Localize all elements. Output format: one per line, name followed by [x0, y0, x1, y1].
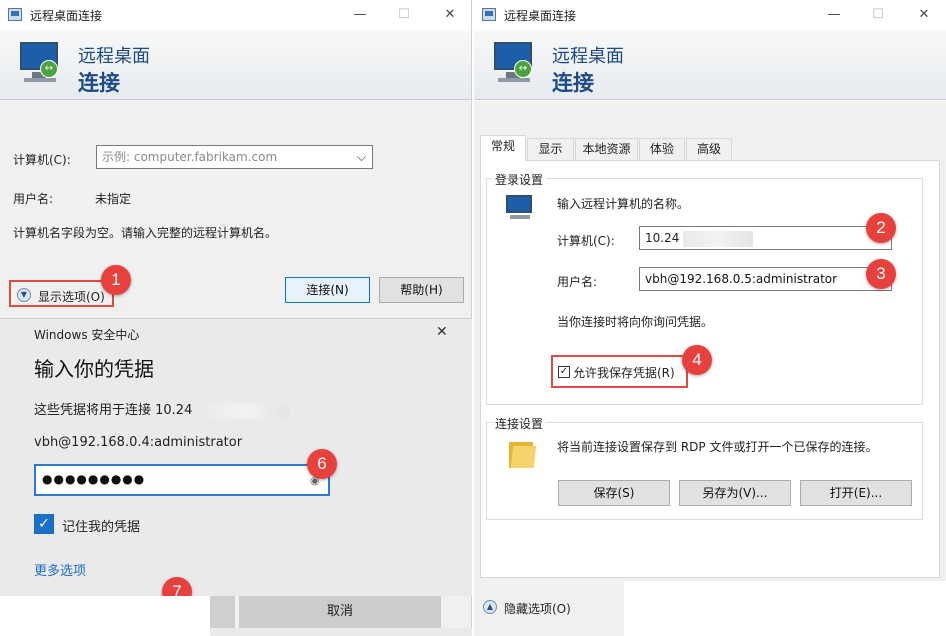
cancel-button[interactable]: 取消	[239, 596, 441, 628]
computer-label: 计算机(C):	[557, 234, 615, 248]
tab-advanced[interactable]: 高级	[686, 138, 732, 160]
chevron-down-icon[interactable]: ⌵	[357, 149, 366, 165]
remember-label: 记住我的凭据	[62, 520, 141, 535]
save-as-button[interactable]: 另存为(V)...	[679, 480, 791, 506]
computer-placeholder: 示例: computer.fabrikam.com	[102, 150, 278, 164]
computer-combobox[interactable]: 示例: computer.fabrikam.com ⌵	[96, 145, 373, 169]
rdp-app-icon	[482, 8, 496, 21]
username-input[interactable]: vbh@192.168.0.5:administrator	[639, 267, 892, 291]
blank-area	[0, 596, 210, 636]
title-bar: 远程桌面连接 — ☐ ✕	[0, 0, 471, 30]
header-title: 远程桌面	[78, 46, 150, 67]
redacted-ip	[683, 230, 754, 247]
dialog-title: Windows 安全中心	[34, 328, 140, 342]
minimize-button[interactable]: —	[342, 4, 378, 26]
account-name: vbh@192.168.0.4:administrator	[34, 435, 243, 450]
computer-input[interactable]: 10.24	[639, 226, 892, 250]
header-banner: ↔ 远程桌面 连接	[0, 30, 471, 100]
more-options-link[interactable]: 更多选项	[34, 560, 86, 579]
username-label: 用户名:	[13, 192, 54, 206]
connect-button[interactable]: 连接(N)	[285, 277, 370, 303]
allow-save-checkbox[interactable]: ✓	[558, 366, 570, 378]
computer-icon	[506, 195, 536, 223]
credential-desc: 这些凭据将用于连接 10.24	[34, 399, 289, 419]
step-marker: 6	[307, 449, 337, 479]
maximize-button[interactable]: ☐	[860, 4, 896, 26]
prompt-text: 当你连接时将向你询问凭据。	[557, 315, 714, 329]
rdp-monitor-icon: ↔	[492, 42, 538, 88]
rdp-app-icon	[8, 8, 22, 21]
close-button[interactable]: ✕	[906, 4, 942, 26]
security-dialog: Windows 安全中心 ✕ 输入你的凭据 这些凭据将用于连接 10.24 vb…	[0, 318, 472, 607]
title-bar: 远程桌面连接 — ☐ ✕	[474, 0, 946, 30]
password-field[interactable]: ●●●●●●●●● ◉	[34, 464, 330, 496]
info-text: 计算机名字段为空。请输入完整的远程计算机名。	[13, 226, 278, 240]
redacted-ip	[196, 402, 289, 419]
dialog-footer	[210, 628, 472, 636]
dialog-heading: 输入你的凭据	[34, 357, 154, 381]
dialog-close-icon[interactable]: ✕	[436, 324, 448, 340]
blank-area	[624, 581, 946, 636]
step-marker: 1	[101, 265, 131, 295]
ok-button-partial[interactable]	[210, 596, 235, 628]
maximize-button[interactable]: ☐	[386, 4, 422, 26]
step-marker: 4	[682, 345, 712, 375]
conn-group-label: 连接设置	[492, 415, 547, 432]
header-banner: ↔ 远程桌面 连接	[474, 30, 946, 100]
hide-options-link[interactable]: 隐藏选项(O)	[504, 600, 571, 617]
header-title: 远程桌面	[552, 46, 624, 67]
header-subtitle: 连接	[552, 71, 594, 95]
rdp-window-right: 远程桌面连接 — ☐ ✕ ↔ 远程桌面 连接 常规 显示 本地资源 体验 高级 …	[474, 0, 946, 636]
minimize-button[interactable]: —	[816, 4, 852, 26]
credential-desc-text: 这些凭据将用于连接 10.24	[34, 403, 193, 418]
tab-local-resources[interactable]: 本地资源	[575, 138, 638, 160]
header-subtitle: 连接	[78, 71, 120, 95]
computer-label: 计算机(C):	[13, 153, 71, 167]
allow-save-label: 允许我保存凭据(R)	[573, 366, 675, 380]
folder-icon	[509, 438, 537, 468]
window-title: 远程桌面连接	[30, 9, 103, 23]
password-value: ●●●●●●●●●	[42, 472, 146, 486]
show-options-link[interactable]: 显示选项(O)	[38, 288, 105, 305]
username-label: 用户名:	[557, 275, 598, 289]
step-marker: 3	[866, 259, 896, 289]
rdp-monitor-icon: ↔	[18, 42, 64, 88]
expand-arrow-icon[interactable]: ▼	[17, 288, 31, 302]
conn-desc: 将当前连接设置保存到 RDP 文件或打开一个已保存的连接。	[557, 440, 878, 454]
tab-experience[interactable]: 体验	[639, 138, 685, 160]
computer-value: 10.24	[645, 231, 680, 245]
save-button[interactable]: 保存(S)	[558, 480, 670, 506]
tab-general[interactable]: 常规	[480, 135, 526, 161]
open-button[interactable]: 打开(E)...	[800, 480, 912, 506]
window-title: 远程桌面连接	[504, 9, 577, 23]
login-desc: 输入远程计算机的名称。	[557, 197, 690, 211]
login-group-label: 登录设置	[492, 171, 547, 188]
close-button[interactable]: ✕	[432, 4, 468, 26]
username-value: 未指定	[95, 192, 132, 206]
remember-checkbox[interactable]: ✓	[34, 514, 54, 534]
tab-display[interactable]: 显示	[527, 138, 574, 160]
step-marker: 2	[866, 213, 896, 243]
help-button[interactable]: 帮助(H)	[379, 277, 464, 303]
collapse-arrow-icon[interactable]: ▲	[483, 600, 497, 614]
username-value: vbh@192.168.0.5:administrator	[645, 272, 838, 286]
